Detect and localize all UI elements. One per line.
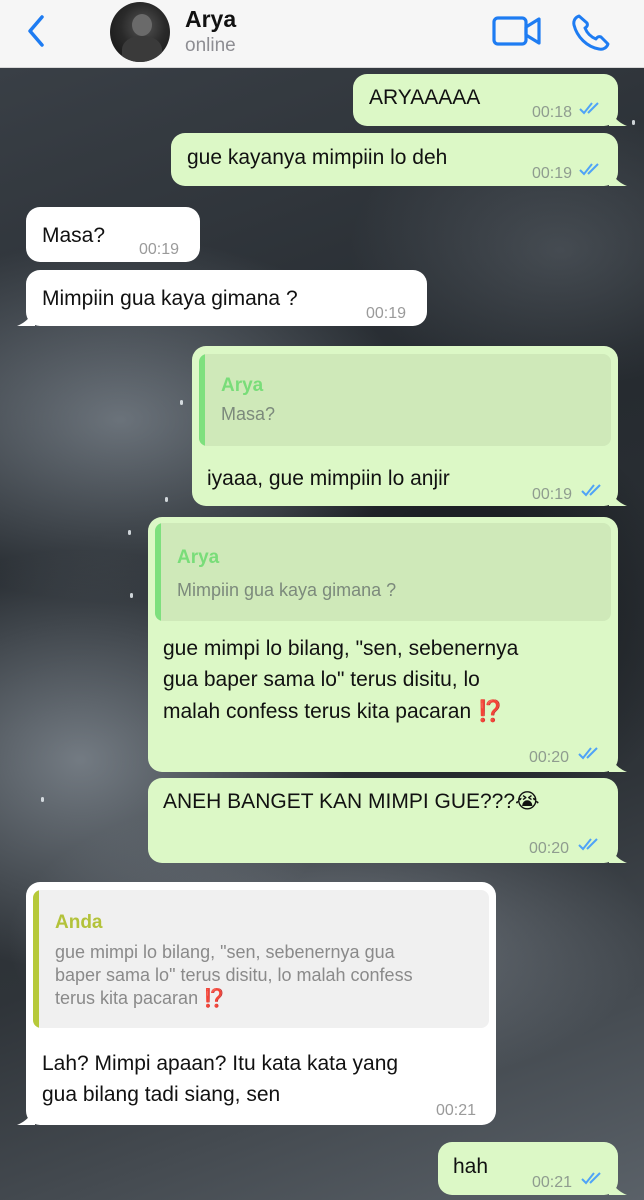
wallpaper-star — [128, 530, 131, 535]
message-text: ARYAAAAA — [369, 86, 481, 109]
chat-header: Arya online — [0, 0, 644, 68]
quoted-text-line: gue mimpi lo bilang, "sen, sebenernya gu… — [55, 942, 395, 962]
message-text: hah — [453, 1155, 489, 1178]
wallpaper-star — [632, 120, 635, 125]
video-camera-icon — [492, 16, 541, 46]
message-text-line: gua baper sama lo" terus disitu, lo — [163, 668, 480, 691]
read-receipt-icon — [581, 484, 601, 497]
message-time: 00:20 — [529, 840, 570, 857]
message-time: 00:20 — [529, 749, 570, 766]
wallpaper-star — [41, 797, 44, 802]
exclamation-question-emoji: ⁉️ — [203, 988, 226, 1008]
quoted-text: Mimpiin gua kaya gimana ? — [177, 580, 397, 600]
message-text-line: malah confess terus kita pacaran ⁉️ — [163, 697, 503, 727]
exclamation-question-emoji: ⁉️ — [477, 700, 504, 723]
quoted-text-line: baper sama lo" terus disitu, lo malah co… — [55, 965, 413, 985]
message-text: ANEH BANGET KAN MIMPI GUE???😭 — [163, 787, 540, 817]
message-text: iyaaa, gue mimpiin lo anjir — [207, 467, 450, 490]
message-bubble-outgoing[interactable]: gue kayanya mimpiin lo deh 00:19 — [171, 133, 627, 186]
quoted-message[interactable]: Arya Masa? — [199, 354, 611, 446]
crying-face-emoji: 😭 — [515, 790, 540, 813]
message-bubble-outgoing[interactable]: ANEH BANGET KAN MIMPI GUE???😭 00:20 — [148, 778, 627, 863]
wallpaper-star — [165, 497, 168, 502]
quote-bar — [155, 523, 161, 621]
message-text: gue kayanya mimpiin lo deh — [187, 146, 448, 169]
message-bubble-outgoing[interactable]: hah 00:21 — [438, 1142, 627, 1195]
message-time: 00:19 — [532, 165, 573, 182]
read-receipt-icon — [581, 1172, 601, 1185]
voice-call-button[interactable] — [570, 12, 612, 52]
message-time: 00:19 — [532, 486, 573, 503]
quoted-sender: Arya — [221, 375, 264, 396]
back-button[interactable] — [22, 13, 50, 49]
chevron-left-icon — [28, 15, 44, 47]
quoted-text-line: terus kita pacaran ⁉️ — [55, 988, 226, 1008]
message-bubble-incoming[interactable]: Anda gue mimpi lo bilang, "sen, sebenern… — [17, 882, 496, 1125]
contact-status: online — [185, 35, 236, 56]
message-time: 00:18 — [532, 104, 573, 121]
message-bubble-outgoing[interactable]: Arya Masa? iyaaa, gue mimpiin lo anjir 0… — [192, 346, 627, 506]
message-time: 00:19 — [139, 241, 180, 258]
message-text-line: gue mimpi lo bilang, "sen, sebenernya — [163, 637, 519, 660]
message-text-line: Lah? Mimpi apaan? Itu kata kata yang — [42, 1052, 399, 1075]
quoted-message[interactable]: Arya Mimpiin gua kaya gimana ? — [155, 523, 611, 621]
read-receipt-icon — [578, 747, 598, 760]
contact-avatar[interactable] — [110, 2, 170, 62]
contact-name[interactable]: Arya — [185, 6, 236, 33]
quoted-text: Masa? — [221, 404, 276, 424]
read-receipt-icon — [579, 163, 599, 176]
message-bubble-outgoing[interactable]: Arya Mimpiin gua kaya gimana ? gue mimpi… — [148, 517, 627, 772]
read-receipt-icon — [578, 838, 598, 851]
message-text: Mimpiin gua kaya gimana ? — [42, 287, 298, 310]
quoted-sender: Anda — [55, 912, 103, 933]
quote-bar — [199, 354, 205, 446]
quote-bar — [33, 890, 39, 1028]
quoted-sender: Arya — [177, 547, 220, 568]
phone-icon — [572, 14, 610, 51]
message-time: 00:19 — [366, 305, 407, 322]
wallpaper-star — [180, 400, 183, 405]
message-text-line: gua bilang tadi siang, sen — [42, 1083, 281, 1106]
video-call-button[interactable] — [492, 12, 542, 50]
wallpaper-star — [130, 593, 133, 598]
read-receipt-icon — [579, 102, 599, 115]
quoted-message[interactable]: Anda gue mimpi lo bilang, "sen, sebenern… — [33, 890, 489, 1028]
message-bubble-incoming[interactable]: Mimpiin gua kaya gimana ? 00:19 — [17, 270, 427, 326]
message-time: 00:21 — [436, 1102, 477, 1119]
message-bubble-incoming[interactable]: Masa? 00:19 — [26, 207, 200, 262]
message-bubble-outgoing[interactable]: ARYAAAAA 00:18 — [353, 74, 627, 126]
message-text: Masa? — [42, 224, 106, 247]
message-time: 00:21 — [532, 1174, 573, 1191]
